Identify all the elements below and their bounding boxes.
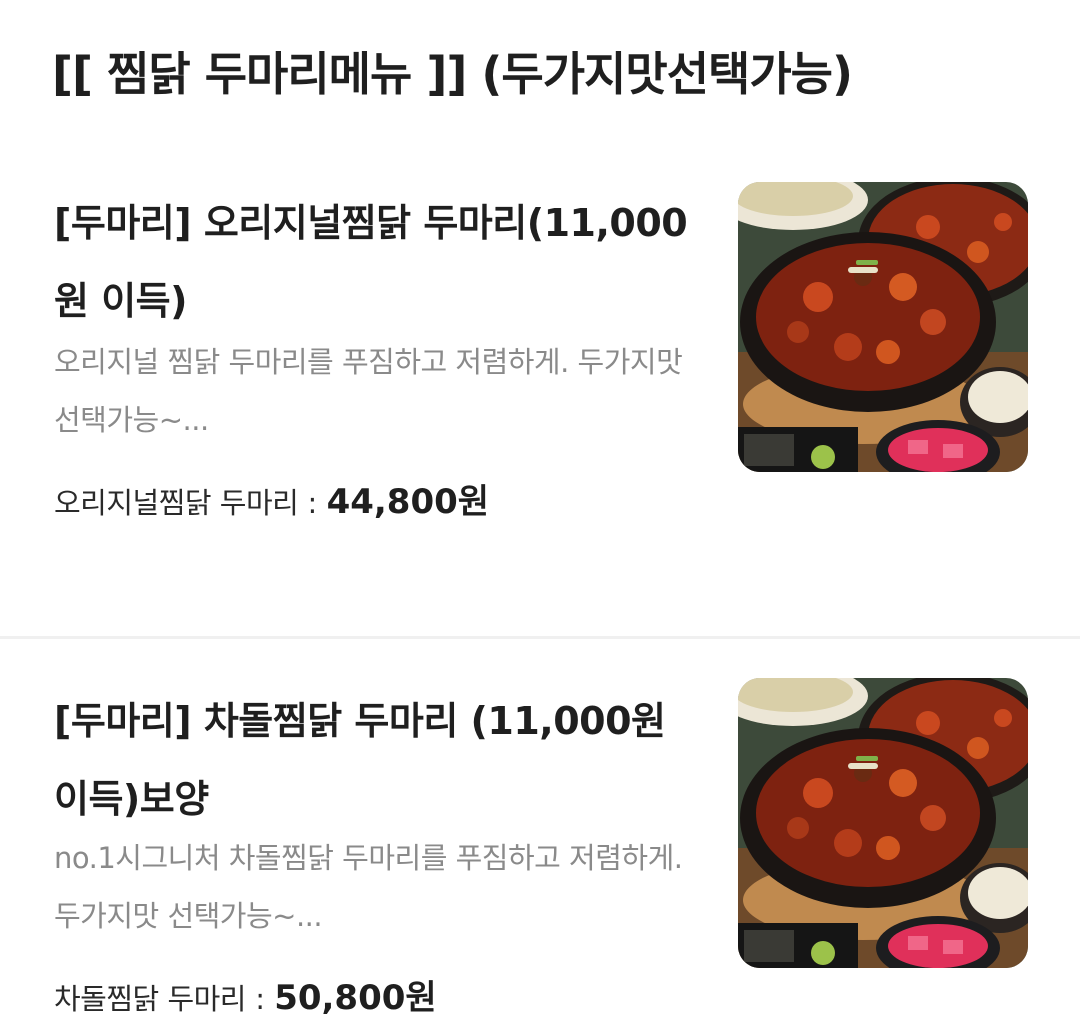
- price-label: 오리지널찜닭 두마리: [54, 486, 299, 520]
- item-description: no.1시그니처 차돌찜닭 두마리를 푸짐하고 저렴하게.두가지맛 선택가능~.…: [54, 841, 683, 933]
- price-label: 차돌찜닭 두마리: [54, 982, 246, 1016]
- price-separator: :: [245, 982, 275, 1016]
- section-title: [[ 찜닭 두마리메뉴 ]] (두가지맛선택가능): [52, 47, 853, 101]
- menu-item-original[interactable]: [두마리] 오리지널찜닭 두마리(11,000원 이득) 오리지널 찜닭 두마리…: [0, 170, 1080, 635]
- item-name: [두마리] 차돌찜닭 두마리 (11,000원이득)보양: [54, 699, 666, 821]
- price-value: 50,800원: [274, 978, 437, 1018]
- braised-chicken-icon: [738, 678, 1028, 968]
- food-image[interactable]: [738, 182, 1028, 472]
- section-divider: [0, 636, 1080, 639]
- price-row: 차돌찜닭 두마리 : 50,800원: [54, 970, 437, 1019]
- item-description: 오리지널 찜닭 두마리를 푸짐하고 저렴하게. 두가지맛 선택가능~...: [54, 345, 683, 437]
- item-name: [두마리] 오리지널찜닭 두마리(11,000원 이득): [54, 201, 688, 323]
- food-image[interactable]: [738, 678, 1028, 968]
- braised-chicken-icon: [738, 182, 1028, 472]
- price-row: 오리지널찜닭 두마리 : 44,800원: [54, 474, 489, 523]
- menu-item-chadol[interactable]: [두마리] 차돌찜닭 두마리 (11,000원이득)보양 no.1시그니처 차돌…: [0, 668, 1080, 1033]
- price-value: 44,800원: [326, 482, 490, 522]
- price-separator: :: [298, 486, 327, 520]
